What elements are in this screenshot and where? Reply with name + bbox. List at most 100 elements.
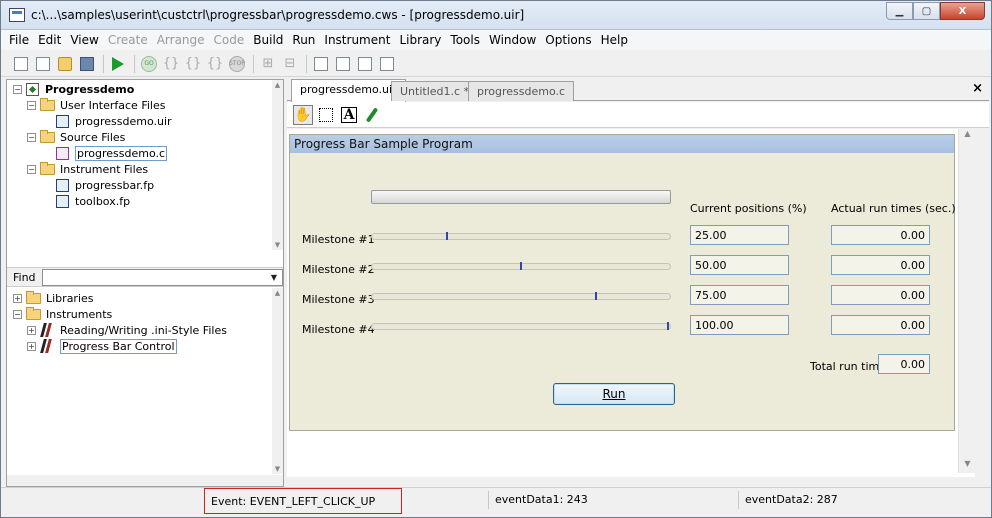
- scroll-down-icon[interactable]: ▼: [959, 459, 976, 473]
- step-over-icon[interactable]: {}: [183, 54, 203, 74]
- collapse-icon[interactable]: −: [27, 164, 36, 174]
- scroll-up-icon[interactable]: ▲: [272, 80, 283, 90]
- minimize-button[interactable]: ▁: [886, 2, 913, 20]
- fp-file-icon: [56, 178, 69, 192]
- workspace-label: Progressdemo: [45, 82, 135, 96]
- file-label: progressdemo.uir: [75, 114, 172, 128]
- collapse-icon[interactable]: −: [27, 100, 36, 110]
- run-button[interactable]: Run: [553, 383, 675, 405]
- scroll-down-icon[interactable]: ▼: [272, 464, 283, 474]
- library-tree-scrollbar[interactable]: ▲ ▼: [272, 288, 283, 474]
- canvas-scrollbar[interactable]: ▲ ▼: [958, 129, 975, 473]
- paint-brush-icon[interactable]: [362, 105, 382, 125]
- menu-create[interactable]: Create: [108, 33, 148, 47]
- doc-icon-4[interactable]: [377, 54, 397, 74]
- panel-title: Progress Bar Sample Program: [290, 135, 954, 153]
- horizontal-scrollbar[interactable]: [7, 475, 283, 486]
- close-button[interactable]: X: [940, 2, 985, 20]
- menu-library[interactable]: Library: [399, 33, 441, 47]
- open-folder-icon[interactable]: [55, 54, 75, 74]
- folder-label: Instrument Files: [60, 162, 149, 176]
- c-file-icon: [56, 146, 69, 160]
- tree-file-fp[interactable]: toolbox.fp: [56, 193, 130, 209]
- doc-icon-3[interactable]: [355, 54, 375, 74]
- step-out-icon[interactable]: {}: [205, 54, 225, 74]
- menu-code[interactable]: Code: [214, 33, 245, 47]
- menu-run[interactable]: Run: [292, 33, 315, 47]
- label-text-icon[interactable]: A: [339, 105, 359, 125]
- tree-node-progress-bar[interactable]: + Progress Bar Control: [27, 338, 177, 354]
- tree-folder-instrument-files[interactable]: − Instrument Files: [27, 161, 148, 177]
- find-input[interactable]: ▼: [41, 268, 283, 286]
- folder-icon: [40, 161, 55, 175]
- folder-icon: [40, 129, 55, 143]
- caption-buttons: ▁ ▢ X: [886, 2, 985, 20]
- menu-file[interactable]: File: [9, 33, 29, 47]
- tree-node-ini-files[interactable]: + Reading/Writing .ini-Style Files: [27, 322, 227, 338]
- tree-folder-ui-files[interactable]: − User Interface Files: [27, 97, 165, 113]
- new-source-icon[interactable]: [11, 54, 31, 74]
- menu-help[interactable]: Help: [601, 33, 628, 47]
- tree-file-c[interactable]: progressdemo.c: [56, 145, 168, 161]
- close-icon[interactable]: ×: [972, 81, 983, 96]
- breakpoint-icon[interactable]: ⊞: [258, 54, 278, 74]
- actual-run-times-header: Actual run times (sec.): [831, 202, 956, 215]
- run-time-field[interactable]: 0.00: [831, 225, 930, 245]
- tree-node-workspace[interactable]: − Progressdemo: [13, 81, 134, 97]
- current-position-field[interactable]: 100.00: [690, 315, 789, 335]
- run-play-icon[interactable]: [108, 54, 128, 74]
- menu-build[interactable]: Build: [253, 33, 283, 47]
- maximize-button[interactable]: ▢: [913, 2, 940, 20]
- instrument-icon: [40, 339, 54, 353]
- current-position-field[interactable]: 25.00: [690, 225, 789, 245]
- app-icon: [9, 8, 25, 22]
- milestone-marker: [594, 292, 597, 300]
- tree-file-uir[interactable]: progressdemo.uir: [56, 113, 172, 129]
- go-icon[interactable]: GO: [139, 54, 159, 74]
- chevron-down-icon[interactable]: ▼: [266, 270, 282, 285]
- menu-tools[interactable]: Tools: [450, 33, 480, 47]
- doc-icon-2[interactable]: [333, 54, 353, 74]
- run-time-field[interactable]: 0.00: [831, 285, 930, 305]
- tab-progressdemo-uir[interactable]: progressdemo.uir: [291, 79, 406, 102]
- run-button-label: Run: [602, 387, 626, 401]
- select-icon[interactable]: [316, 105, 336, 125]
- step-into-icon[interactable]: {}: [161, 54, 181, 74]
- scroll-up-icon[interactable]: ▲: [272, 288, 283, 298]
- total-run-time-field[interactable]: 0.00: [878, 354, 930, 374]
- collapse-icon[interactable]: −: [13, 84, 22, 94]
- watch-icon[interactable]: ⊟: [280, 54, 300, 74]
- scroll-up-icon[interactable]: ▲: [959, 129, 976, 143]
- expand-icon[interactable]: +: [27, 341, 36, 351]
- menu-window[interactable]: Window: [489, 33, 536, 47]
- collapse-icon[interactable]: −: [27, 132, 36, 142]
- save-icon[interactable]: [77, 54, 97, 74]
- tab-progressdemo-c[interactable]: progressdemo.c: [468, 81, 575, 101]
- tree-node-instruments[interactable]: − Instruments: [13, 306, 112, 322]
- project-tree-scrollbar[interactable]: ▲ ▼: [272, 80, 283, 250]
- menu-arrange[interactable]: Arrange: [157, 33, 205, 47]
- toolbar-separator: [306, 54, 307, 73]
- operate-hand-icon[interactable]: ✋: [293, 104, 313, 125]
- doc-icon-1[interactable]: [311, 54, 331, 74]
- run-time-field[interactable]: 0.00: [831, 255, 930, 275]
- new-uir-icon[interactable]: [33, 54, 53, 74]
- tree-node-libraries[interactable]: + Libraries: [13, 290, 94, 306]
- run-time-field[interactable]: 0.00: [831, 315, 930, 335]
- current-position-field[interactable]: 75.00: [690, 285, 789, 305]
- stop-icon[interactable]: STOP: [227, 54, 247, 74]
- menu-instrument[interactable]: Instrument: [324, 33, 390, 47]
- menu-edit[interactable]: Edit: [38, 33, 61, 47]
- expand-icon[interactable]: +: [13, 293, 22, 303]
- collapse-icon[interactable]: −: [13, 309, 22, 319]
- menu-view[interactable]: View: [70, 33, 98, 47]
- current-position-field[interactable]: 50.00: [690, 255, 789, 275]
- tree-folder-source-files[interactable]: − Source Files: [27, 129, 125, 145]
- current-positions-header: Current positions (%): [690, 202, 807, 215]
- tab-untitled1-c[interactable]: Untitled1.c *: [391, 81, 479, 101]
- menu-options[interactable]: Options: [545, 33, 591, 47]
- expand-icon[interactable]: +: [27, 325, 36, 335]
- scroll-down-icon[interactable]: ▼: [272, 240, 283, 250]
- tree-file-fp[interactable]: progressbar.fp: [56, 177, 154, 193]
- folder-icon: [40, 97, 55, 111]
